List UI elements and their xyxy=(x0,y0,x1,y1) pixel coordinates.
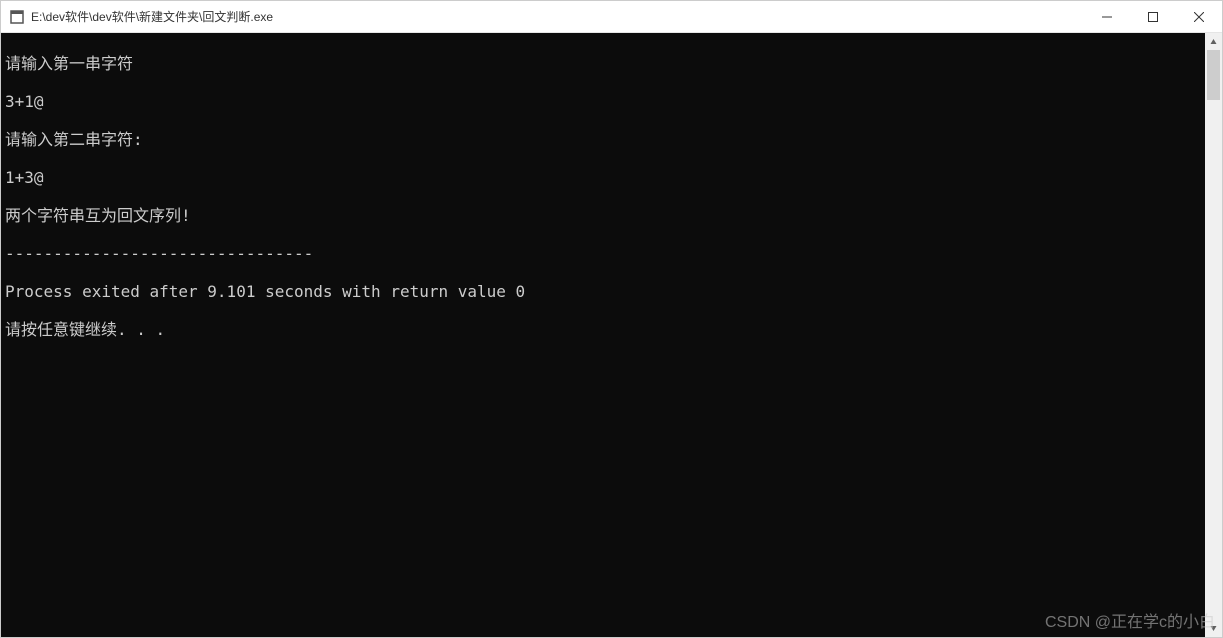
minimize-button[interactable] xyxy=(1084,1,1130,33)
console-line: 1+3@ xyxy=(5,168,1201,187)
scrollbar-track[interactable] xyxy=(1205,50,1222,620)
console-output[interactable]: 请输入第一串字符 3+1@ 请输入第二串字符: 1+3@ 两个字符串互为回文序列… xyxy=(1,33,1205,637)
window-title: E:\dev软件\dev软件\新建文件夹\回文判断.exe xyxy=(31,8,1084,25)
console-line: 两个字符串互为回文序列! xyxy=(5,206,1201,225)
console-line: 请输入第二串字符: xyxy=(5,130,1201,149)
console-line: 请按任意键继续. . . xyxy=(5,320,1201,339)
close-button[interactable] xyxy=(1176,1,1222,33)
scroll-down-arrow[interactable] xyxy=(1205,620,1222,637)
console-line: Process exited after 9.101 seconds with … xyxy=(5,282,1201,301)
console-line: -------------------------------- xyxy=(5,244,1201,263)
vertical-scrollbar[interactable] xyxy=(1205,33,1222,637)
scroll-up-arrow[interactable] xyxy=(1205,33,1222,50)
console-line: 请输入第一串字符 xyxy=(5,54,1201,73)
window-controls xyxy=(1084,1,1222,32)
scrollbar-thumb[interactable] xyxy=(1207,50,1220,100)
maximize-button[interactable] xyxy=(1130,1,1176,33)
console-window: E:\dev软件\dev软件\新建文件夹\回文判断.exe 请输入第一串字符 3… xyxy=(0,0,1223,638)
app-icon xyxy=(9,9,25,25)
console-wrapper: 请输入第一串字符 3+1@ 请输入第二串字符: 1+3@ 两个字符串互为回文序列… xyxy=(1,33,1222,637)
console-line: 3+1@ xyxy=(5,92,1201,111)
titlebar[interactable]: E:\dev软件\dev软件\新建文件夹\回文判断.exe xyxy=(1,1,1222,33)
